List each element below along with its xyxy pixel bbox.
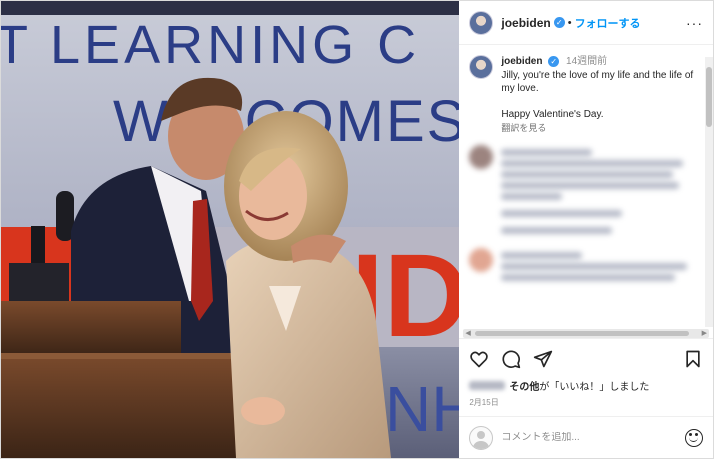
verified-badge-icon: ✓ [548,56,560,67]
post-date[interactable]: 2月15日 [459,393,713,408]
banner-text-bottom: NH [385,373,459,445]
author-avatar[interactable] [469,10,494,35]
author-username[interactable]: joebiden [501,16,550,30]
translate-link[interactable]: 翻訳を見る [501,122,703,135]
caption-username[interactable]: joebiden [501,56,542,67]
comments-section[interactable]: joebiden ✓ 14週間前 Jilly, you're the love … [459,45,713,338]
blurred-comments [469,145,703,285]
current-user-avatar-icon [469,425,494,450]
bookmark-icon[interactable] [683,349,703,369]
separator-dot: • [567,16,572,29]
verified-badge-icon: ✓ [553,17,565,28]
follow-button[interactable]: フォローする [575,15,641,31]
photo-illustration: T LEARNING C WELCOMES ID NH [1,1,460,458]
likes-summary[interactable]: その他 が「いいね！」しました [459,378,713,393]
commenter-avatar [469,145,494,169]
share-icon[interactable] [533,349,553,369]
caption-avatar[interactable] [469,55,494,79]
comment-input[interactable] [501,432,685,443]
caption-time[interactable]: 14週間前 [566,56,607,67]
list-item [469,248,703,285]
more-options-icon[interactable]: ··· [686,15,703,31]
blurred-liker-name [469,381,506,390]
list-item [469,145,703,238]
emoji-icon[interactable] [685,428,703,447]
instagram-post-modal: T LEARNING C WELCOMES ID NH [0,0,714,459]
post-header: joebiden ✓ • フォローする ··· [459,1,713,45]
likes-others[interactable]: その他 [509,378,539,393]
banner-text-top: T LEARNING C [1,15,420,75]
post-photo[interactable]: T LEARNING C WELCOMES ID NH [1,1,460,458]
comment-icon[interactable] [501,349,521,369]
caption: joebiden ✓ 14週間前 Jilly, you're the love … [469,55,703,135]
commenter-avatar [469,248,494,272]
post-actions [459,338,713,378]
add-comment-bar [459,416,713,458]
heart-icon[interactable] [469,349,489,369]
post-side-panel: joebiden ✓ • フォローする ··· joebiden ✓ 14週間前… [459,1,713,458]
caption-text: Jilly, you're the love of my life and th… [501,70,694,120]
horizontal-scrollbar[interactable]: ◀ ▶ [463,329,709,338]
comments-scrollbar[interactable] [705,57,713,327]
likes-text: が「いいね！」しました [539,382,650,393]
